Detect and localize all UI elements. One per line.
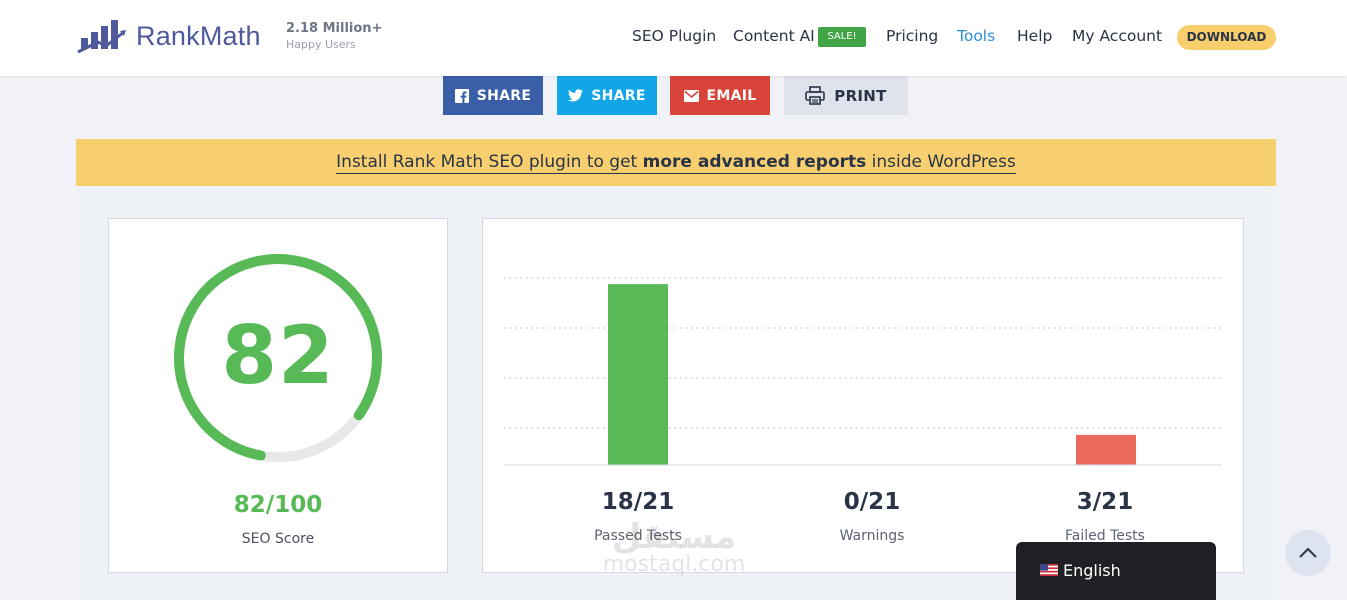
warnings-label: Warnings	[839, 528, 905, 544]
mostaql-watermark: مستقل mostaql.com	[594, 520, 754, 576]
watermark-arabic: مستقل	[611, 517, 737, 557]
nav-content-ai[interactable]: Content AI	[733, 27, 815, 45]
bar-failed-tests	[1076, 434, 1136, 465]
language-switcher[interactable]: English	[1016, 542, 1216, 600]
back-to-top-button[interactable]	[1285, 530, 1331, 576]
us-flag-icon	[1040, 564, 1058, 576]
failed-tests-value: 3/21	[1076, 489, 1134, 515]
nav-my-account[interactable]: My Account	[1072, 27, 1162, 45]
watermark-latin: mostaql.com	[602, 552, 746, 577]
nav-pricing[interactable]: Pricing	[886, 27, 938, 45]
nav-seo-plugin[interactable]: SEO Plugin	[632, 27, 716, 45]
nav-tools[interactable]: Tools	[957, 27, 995, 45]
bar-passed-tests	[608, 284, 668, 465]
site-header: RankMath 2.18 Million+ Happy Users SEO P…	[0, 0, 1347, 76]
main-nav: SEO Plugin Content AI SALE! Pricing Tool…	[0, 25, 1347, 51]
download-button[interactable]: DOWNLOAD	[1177, 25, 1276, 50]
passed-tests-value: 18/21	[601, 489, 675, 515]
chevron-up-icon	[1299, 547, 1317, 558]
sale-badge: SALE!	[818, 27, 866, 47]
warnings-value: 0/21	[843, 489, 901, 515]
language-label: English	[1063, 561, 1121, 580]
nav-help[interactable]: Help	[1017, 27, 1052, 45]
